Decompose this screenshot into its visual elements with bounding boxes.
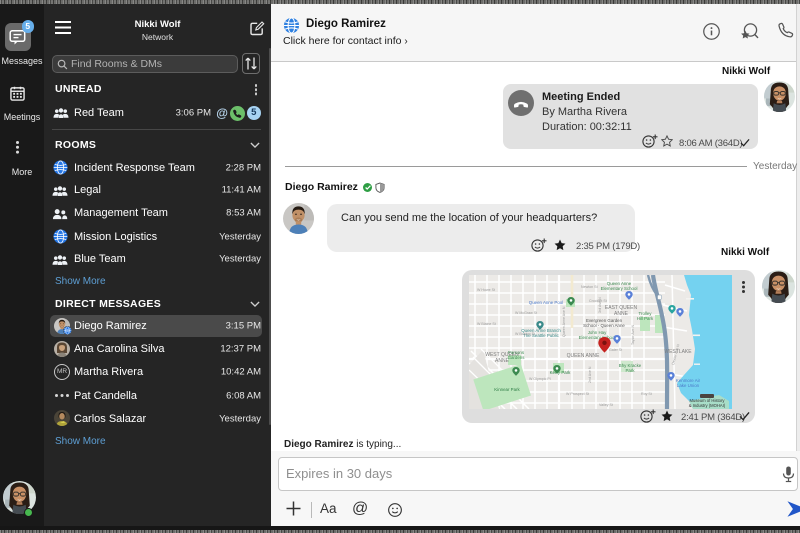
- svg-text:QUEEN ANNE: QUEEN ANNE: [567, 353, 600, 359]
- svg-text:Galer St: Galer St: [609, 348, 622, 352]
- svg-text:W Blaine St: W Blaine St: [477, 322, 496, 326]
- svg-text:Gardens: Gardens: [508, 355, 526, 360]
- svg-text:School - Queen Anne: School - Queen Anne: [583, 323, 625, 328]
- svg-text:W Olympic Pl: W Olympic Pl: [529, 377, 551, 381]
- svg-text:Taylor Ave N: Taylor Ave N: [631, 324, 635, 345]
- svg-text:Hill Park: Hill Park: [637, 316, 654, 321]
- svg-text:Kerry Park: Kerry Park: [550, 370, 572, 375]
- svg-text:Lake Union: Lake Union: [677, 383, 700, 388]
- svg-text:Park: Park: [625, 368, 635, 373]
- svg-text:Elementary School: Elementary School: [579, 335, 616, 340]
- svg-text:2nd Ave N: 2nd Ave N: [588, 366, 592, 383]
- svg-text:Queen Anne Pool: Queen Anne Pool: [529, 300, 563, 305]
- svg-text:Kinnear Park: Kinnear Park: [494, 387, 520, 392]
- svg-text:Elementary School: Elementary School: [601, 286, 638, 291]
- svg-text:Newton St: Newton St: [581, 285, 598, 289]
- svg-text:W Boston St: W Boston St: [515, 332, 535, 336]
- svg-text:ANNE: ANNE: [614, 311, 629, 317]
- svg-text:Queen Anne Ave N: Queen Anne Ave N: [562, 306, 566, 337]
- svg-text:W Prospect St: W Prospect St: [566, 392, 589, 396]
- svg-text:W McGraw St: W McGraw St: [515, 311, 537, 315]
- svg-text:W Howe St: W Howe St: [477, 288, 495, 292]
- svg-text:3rd Ave N: 3rd Ave N: [598, 297, 602, 313]
- svg-text:Roy St: Roy St: [641, 392, 652, 396]
- svg-text:& Industry (MOHAI): & Industry (MOHAI): [689, 403, 726, 408]
- svg-text:Valley St: Valley St: [599, 403, 613, 407]
